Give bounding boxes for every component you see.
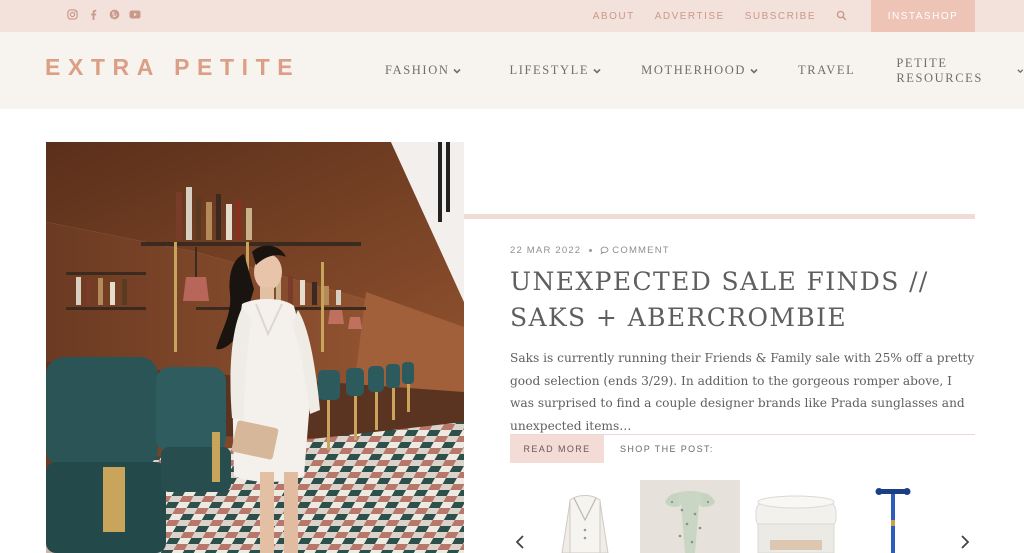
advertise-link[interactable]: ADVERTISE bbox=[655, 11, 725, 22]
about-link[interactable]: ABOUT bbox=[593, 11, 635, 22]
chevron-down-icon bbox=[1017, 68, 1024, 73]
subscribe-link[interactable]: SUBSCRIBE bbox=[745, 11, 816, 22]
white-blazer-image bbox=[540, 480, 630, 553]
separator-dot bbox=[589, 249, 593, 252]
restaurant-photo bbox=[46, 142, 464, 553]
nav-item-lifestyle[interactable]: LIFESTYLE bbox=[509, 63, 601, 78]
product-floral-dress[interactable] bbox=[640, 480, 740, 553]
product-scooter[interactable] bbox=[860, 480, 930, 553]
comment-link[interactable]: COMMENT bbox=[612, 245, 669, 256]
chevron-down-icon bbox=[750, 68, 758, 74]
nav-item-travel[interactable]: TRAVEL bbox=[798, 63, 855, 78]
nav-item-motherhood[interactable]: MOTHERHOOD bbox=[641, 63, 758, 78]
nav-item-label: PETITE RESOURCES bbox=[896, 55, 983, 85]
chevron-down-icon bbox=[453, 68, 462, 74]
nav-item-label: LIFESTYLE bbox=[509, 63, 590, 77]
pinterest-icon[interactable] bbox=[108, 8, 120, 20]
product-blazer[interactable] bbox=[540, 480, 630, 553]
instagram-icon[interactable] bbox=[66, 8, 78, 20]
facebook-icon[interactable] bbox=[87, 8, 99, 20]
post-divider bbox=[464, 214, 975, 219]
post-hero-image[interactable] bbox=[46, 142, 464, 553]
site-logo[interactable]: EXTRA PETITE bbox=[45, 54, 300, 81]
cream-jar-image bbox=[750, 480, 842, 553]
floral-dress-image bbox=[640, 480, 740, 553]
main-nav: FASHION LIFESTYLE MOTHERHOOD TRAVEL PETI… bbox=[385, 32, 1024, 109]
product-cream-jar[interactable] bbox=[750, 480, 842, 553]
youtube-icon[interactable] bbox=[129, 8, 141, 20]
nav-item-label: MOTHERHOOD bbox=[641, 63, 747, 77]
carousel-prev-icon[interactable] bbox=[514, 533, 526, 551]
nav-item-fashion[interactable]: FASHION bbox=[385, 63, 462, 78]
carousel-next-icon[interactable] bbox=[959, 533, 971, 551]
comment-icon[interactable] bbox=[600, 246, 609, 255]
read-more-button[interactable]: READ MORE bbox=[510, 435, 604, 463]
nav-item-label: FASHION bbox=[385, 63, 450, 77]
instashop-button[interactable]: INSTASHOP bbox=[871, 0, 975, 32]
post-meta: 22 MAR 2022 COMMENT bbox=[510, 245, 670, 256]
search-icon[interactable] bbox=[836, 10, 848, 22]
post-date: 22 MAR 2022 bbox=[510, 245, 582, 256]
chevron-down-icon bbox=[593, 68, 601, 74]
shop-the-post-label: SHOP THE POST: bbox=[620, 444, 714, 454]
site-header: EXTRA PETITE FASHION LIFESTYLE MOTHERHOO… bbox=[0, 32, 1024, 109]
post-title[interactable]: UNEXPECTED SALE FINDS // SAKS + ABERCROM… bbox=[510, 264, 980, 336]
blue-scooter-image bbox=[860, 480, 930, 553]
nav-item-petite-resources[interactable]: PETITE RESOURCES bbox=[896, 56, 1024, 86]
social-links bbox=[66, 8, 141, 20]
post-excerpt: Saks is currently running their Friends … bbox=[510, 351, 975, 433]
top-bar: ABOUT ADVERTISE SUBSCRIBE INSTASHOP bbox=[0, 0, 1024, 32]
nav-item-label: TRAVEL bbox=[798, 63, 856, 77]
top-links: ABOUT ADVERTISE SUBSCRIBE bbox=[593, 0, 848, 32]
